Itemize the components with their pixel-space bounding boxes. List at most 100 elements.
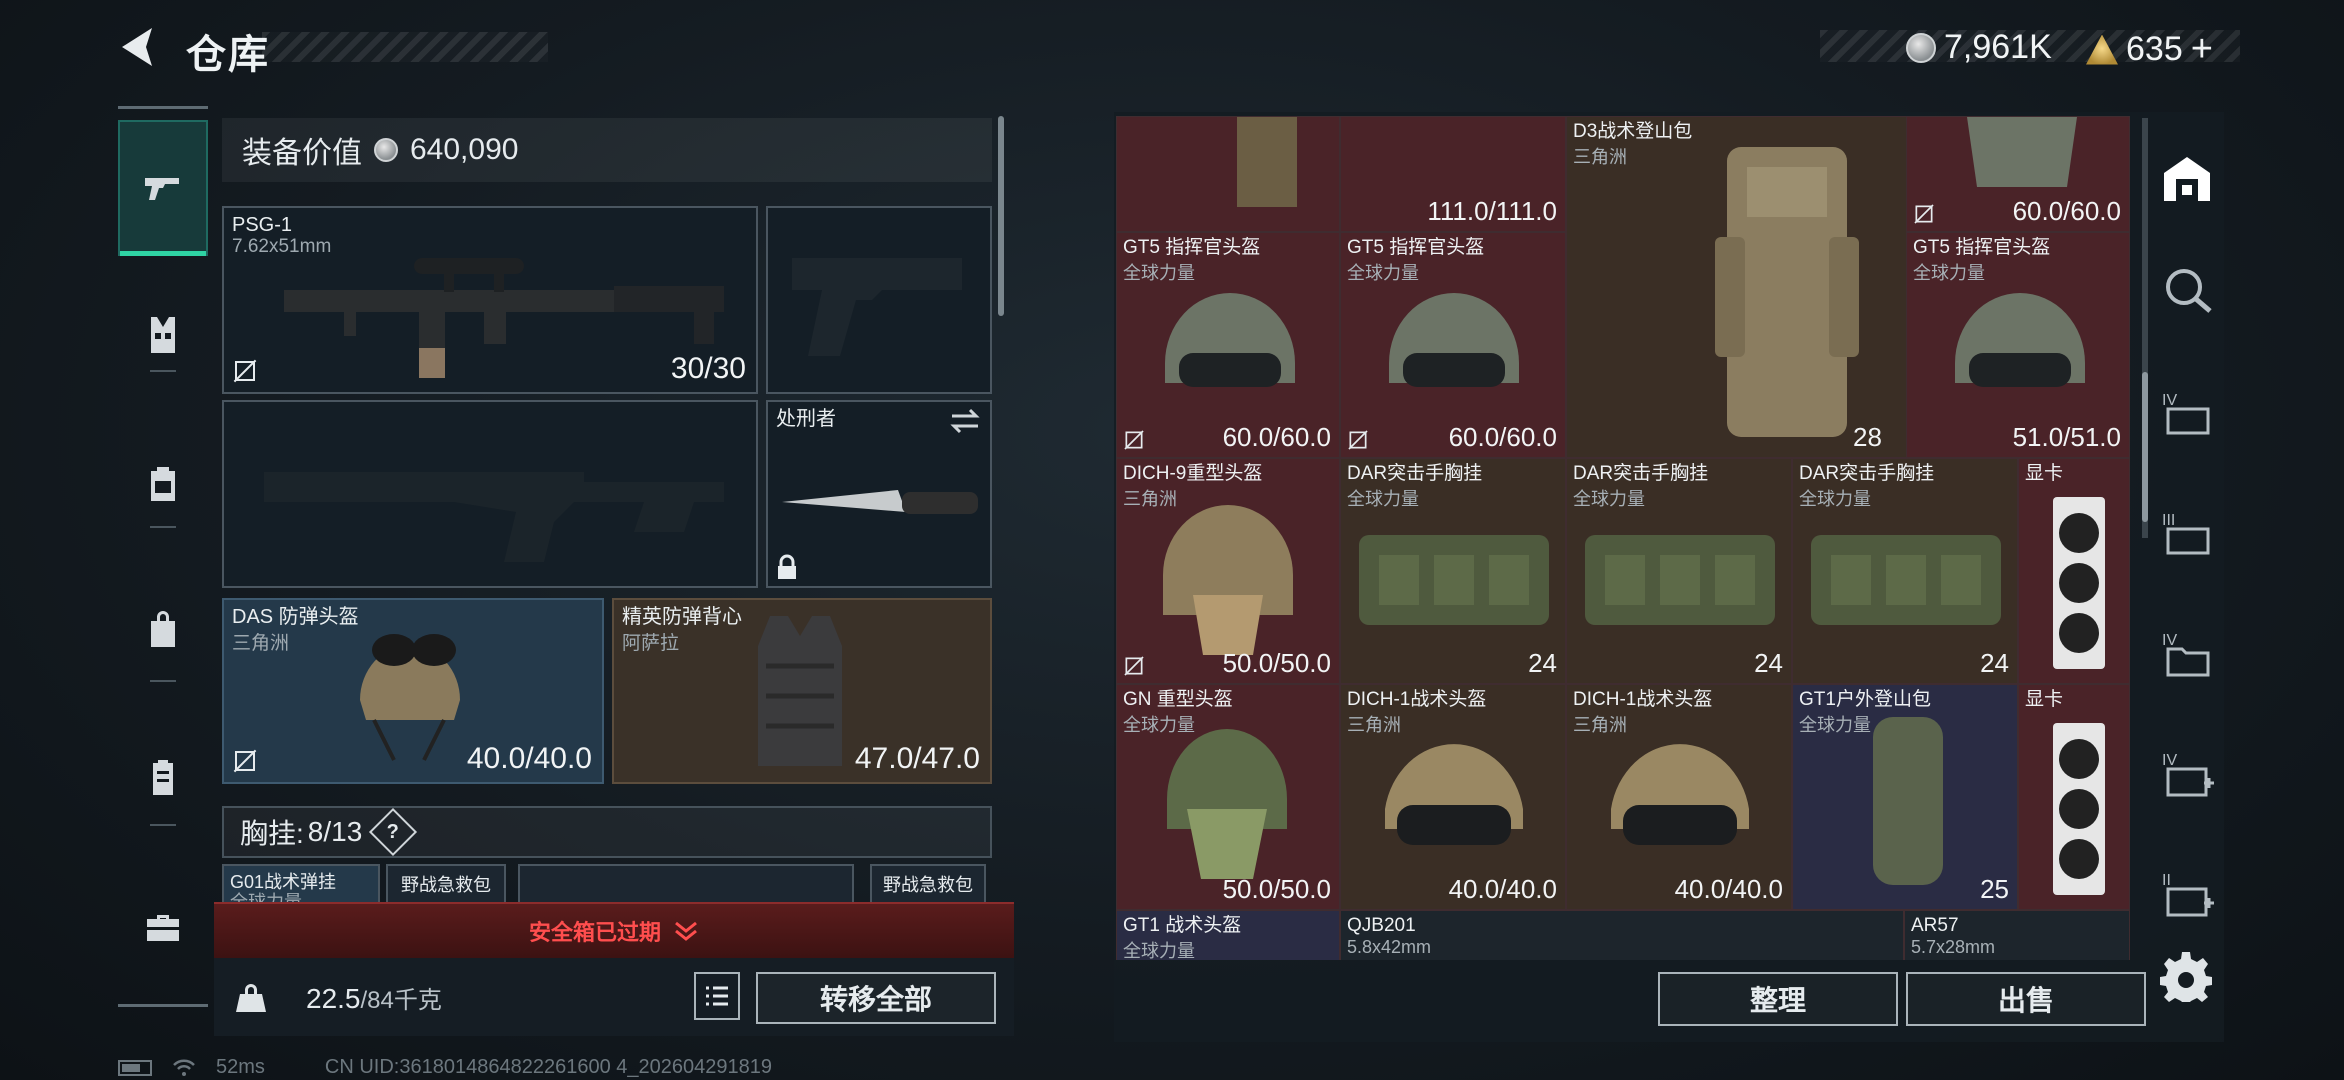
helmet-slot[interactable]: DAS 防弹头盔 三角洲 40.0/40.0 <box>222 598 604 784</box>
coin-icon <box>1906 32 1936 63</box>
list-view-button[interactable] <box>694 972 740 1020</box>
svg-text:IV: IV <box>2162 632 2177 649</box>
swap-icon[interactable] <box>948 406 982 436</box>
stash-item-durability: 60.0/60.0 <box>1222 422 1331 452</box>
ping-value: 52ms <box>216 1056 265 1078</box>
stash-grid[interactable]: 111.0/111.0 D3战术登山包 三角洲 28 60.0/60.0 GT5… <box>1116 116 2130 960</box>
stash-item-durability: 51.0/51.0 <box>2012 422 2121 452</box>
armor-slot[interactable]: 精英防弹背心 阿萨拉 47.0/47.0 <box>612 598 992 784</box>
stash-item[interactable]: QJB201 5.8x42mm <box>1340 910 1904 960</box>
stash-scrollbar-thumb[interactable] <box>2142 372 2148 522</box>
stash-item[interactable]: DICH-1战术头盔 三角洲 40.0/40.0 <box>1340 684 1566 910</box>
stash-item-name: DICH-1战术头盔 <box>1573 689 1713 710</box>
backpack-partial-image <box>1237 117 1297 207</box>
secondary-weapon-slot-empty[interactable] <box>766 206 992 394</box>
currency-premium[interactable]: 635 + <box>2086 28 2213 71</box>
stash-item[interactable]: 60.0/60.0 <box>1906 116 2130 232</box>
stash-item-caliber: 5.8x42mm <box>1347 937 1432 957</box>
help-icon[interactable]: ? <box>369 807 418 857</box>
sell-button[interactable]: 出售 <box>1906 972 2146 1026</box>
tier-iv-medkit-tab[interactable]: IV <box>2154 742 2220 808</box>
rail-vest-tab[interactable] <box>118 290 208 380</box>
stash-item-origin: 全球力量 <box>1123 941 1195 960</box>
stash-item[interactable]: GN 重型头盔 全球力量 50.0/50.0 <box>1116 684 1340 910</box>
tier-iv-folder-icon: IV <box>2162 632 2210 677</box>
rail-weapons-tab[interactable] <box>118 120 208 256</box>
stash-item-weight: 28 <box>1853 422 1882 452</box>
equipment-value-bar: 装备价值 640,090 <box>222 118 992 182</box>
rail-divider <box>150 824 176 826</box>
tier-ii-medkit-tab[interactable]: II <box>2154 862 2220 928</box>
stash-item-capacity: 24 <box>1754 648 1783 678</box>
title-decoration <box>262 32 548 62</box>
helmet-name: DAS 防弹头盔 <box>232 606 359 628</box>
search-tab[interactable] <box>2154 256 2220 322</box>
stash-item[interactable]: GT1 战术头盔 全球力量 <box>1116 910 1340 960</box>
stash-item[interactable]: AR57 5.7x28mm <box>1904 910 2130 960</box>
melee-weapon-slot[interactable]: 处刑者 <box>766 400 992 588</box>
stash-item[interactable]: DAR突击手胸挂 全球力量 24 <box>1566 458 1792 684</box>
heavy-helmet-image <box>1167 729 1287 879</box>
rail-toolbox-tab[interactable] <box>118 882 208 972</box>
tier-iv-folder-tab[interactable]: IV <box>2154 622 2220 688</box>
chest-rig-label: 胸挂: <box>240 818 304 849</box>
list-icon <box>706 986 728 1006</box>
equipment-scrollbar[interactable] <box>998 116 1004 316</box>
stash-item[interactable]: DICH-1战术头盔 三角洲 40.0/40.0 <box>1566 684 1792 910</box>
rail-backpack-tab[interactable] <box>118 438 208 528</box>
help-icon-text: ? <box>387 820 400 843</box>
stash-item[interactable] <box>1116 116 1340 232</box>
gear-icon[interactable] <box>2160 950 2212 1002</box>
helmet-image <box>360 634 460 761</box>
equipment-value-label: 装备价值 <box>242 137 362 170</box>
stash-item[interactable]: GT5 指挥官头盔 全球力量 60.0/60.0 <box>1340 232 1566 458</box>
no-insure-icon <box>1913 203 1935 225</box>
stash-item-durability: 60.0/60.0 <box>1448 422 1557 452</box>
currency-coins: 7,961K <box>1906 28 2052 67</box>
carry-weight: 22.5/84千克 <box>306 980 442 1015</box>
rail-bag-tab[interactable] <box>118 584 208 674</box>
primary-weapon-slot[interactable]: PSG-1 7.62x51mm 30/30 <box>222 206 758 394</box>
back-arrow-icon[interactable] <box>116 24 160 70</box>
commander-helmet-image <box>1955 293 2085 387</box>
stash-item[interactable]: DICH-9重型头盔 三角洲 50.0/50.0 <box>1116 458 1340 684</box>
stash-item[interactable]: DAR突击手胸挂 全球力量 24 <box>1340 458 1566 684</box>
wifi-icon <box>173 1059 195 1076</box>
vault-icon <box>2164 157 2210 201</box>
no-insure-icon <box>232 358 258 384</box>
transfer-all-button[interactable]: 转移全部 <box>756 972 996 1024</box>
carry-weight-current: 22.5 <box>306 983 361 1014</box>
stash-item[interactable]: 显卡 <box>2018 684 2130 910</box>
safebox-expired-banner[interactable]: 安全箱已过期 <box>214 902 1014 958</box>
chest-rig-image <box>1811 535 2001 625</box>
equipment-value: 640,090 <box>410 133 519 166</box>
stash-item[interactable]: 111.0/111.0 <box>1340 116 1566 232</box>
toolbox-icon <box>147 915 179 941</box>
tier-iv-tab[interactable]: IV <box>2154 382 2220 448</box>
empty-pouch-slot[interactable] <box>518 864 854 904</box>
chest-rig-item[interactable]: G01战术弹挂 全球力量 <box>222 864 380 904</box>
first-aid-kit-slot[interactable]: 野战急救包 <box>870 864 986 904</box>
vault-tab[interactable] <box>2154 146 2220 212</box>
graphics-card-image <box>2053 497 2105 669</box>
stash-item-name: D3战术登山包 <box>1573 121 1693 142</box>
rail-clipboard-tab[interactable] <box>118 732 208 822</box>
first-aid-kit-slot[interactable]: 野战急救包 <box>386 864 506 904</box>
chest-rig-capacity: 8/13 <box>308 816 363 848</box>
weight-kg-icon[interactable] <box>216 962 286 1032</box>
stash-item[interactable]: GT1户外登山包 全球力量 25 <box>1792 684 2018 910</box>
chest-rig-bar[interactable]: 胸挂: 8/13 ? <box>222 806 992 858</box>
no-insure-icon <box>232 748 258 774</box>
rifle-slot-empty[interactable] <box>222 400 758 588</box>
stash-item-origin: 全球力量 <box>1347 489 1419 509</box>
stash-item-weight: 25 <box>1980 874 2009 904</box>
add-currency-button[interactable]: + <box>2191 28 2213 71</box>
stash-item[interactable]: DAR突击手胸挂 全球力量 24 <box>1792 458 2018 684</box>
knife-image <box>782 490 978 514</box>
stash-item[interactable]: GT5 指挥官头盔 全球力量 60.0/60.0 <box>1116 232 1340 458</box>
armor-origin: 阿萨拉 <box>622 633 680 654</box>
stash-item[interactable]: 显卡 <box>2018 458 2130 684</box>
sort-button[interactable]: 整理 <box>1658 972 1898 1026</box>
stash-item[interactable]: GT5 指挥官头盔 全球力量 51.0/51.0 <box>1906 232 2130 458</box>
tier-iii-tab[interactable]: III <box>2154 502 2220 568</box>
